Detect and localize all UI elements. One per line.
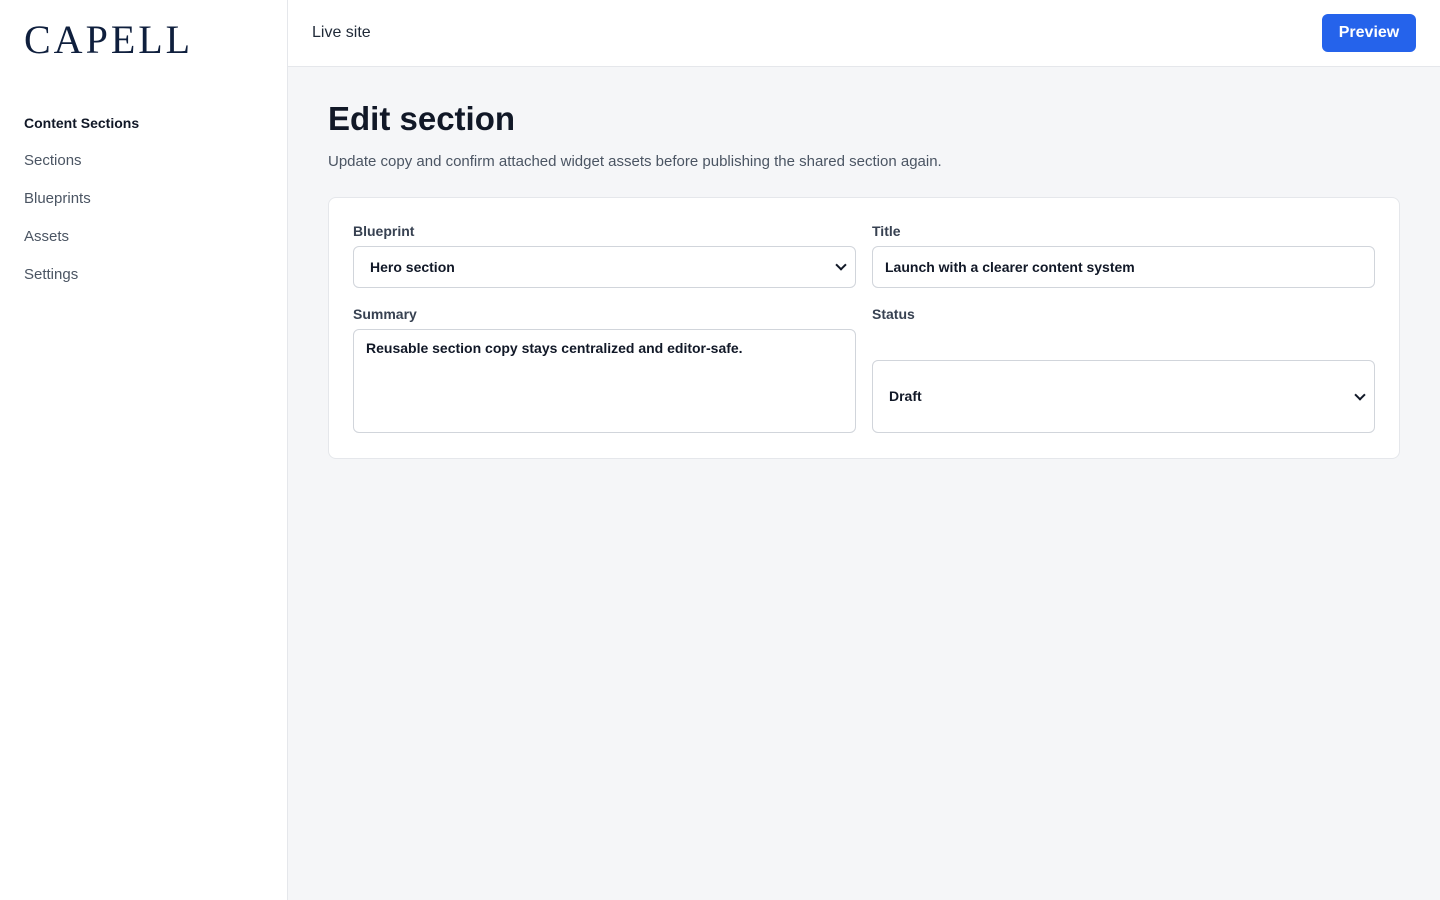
sidebar-item-assets[interactable]: Assets [24,226,264,248]
sidebar-nav: Content Sections Sections Blueprints Ass… [24,112,264,302]
topbar: Live site Preview [288,0,1440,67]
edit-section-form-card: Blueprint Hero section Title Launch with… [328,197,1400,459]
page-title: Edit section [328,100,516,137]
status-field: Status Draft [872,305,1375,433]
chevron-down-icon [1354,389,1366,401]
blueprint-selected-value: Hero section [370,259,455,275]
summary-textarea[interactable]: Reusable section copy stays centralized … [353,329,856,433]
sidebar-item-settings[interactable]: Settings [24,264,264,286]
brand-logo[interactable]: CAPELL [24,18,193,62]
app-shell: CAPELL Content Sections Sections Bluepri… [0,0,1440,900]
sidebar-heading-content-sections[interactable]: Content Sections [24,112,264,134]
page-subtitle: Update copy and confirm attached widget … [328,153,942,170]
preview-button[interactable]: Preview [1322,14,1416,52]
blueprint-select[interactable]: Hero section [353,246,856,288]
sidebar-item-sections[interactable]: Sections [24,150,264,172]
summary-field: Summary Reusable section copy stays cent… [353,305,856,433]
title-label: Title [872,223,901,239]
status-label: Status [872,306,915,322]
title-input-value: Launch with a clearer content system [885,259,1135,275]
chevron-down-icon [835,259,847,271]
status-selected-value: Draft [889,388,922,404]
sidebar-item-blueprints[interactable]: Blueprints [24,188,264,210]
status-select[interactable]: Draft [872,360,1375,433]
title-input[interactable]: Launch with a clearer content system [872,246,1375,288]
blueprint-field: Blueprint Hero section [353,222,856,288]
title-field: Title Launch with a clearer content syst… [872,222,1375,288]
blueprint-label: Blueprint [353,223,415,239]
summary-textarea-value: Reusable section copy stays centralized … [366,340,743,356]
summary-label: Summary [353,306,417,322]
live-site-link[interactable]: Live site [312,22,371,44]
sidebar: CAPELL Content Sections Sections Bluepri… [0,0,288,900]
